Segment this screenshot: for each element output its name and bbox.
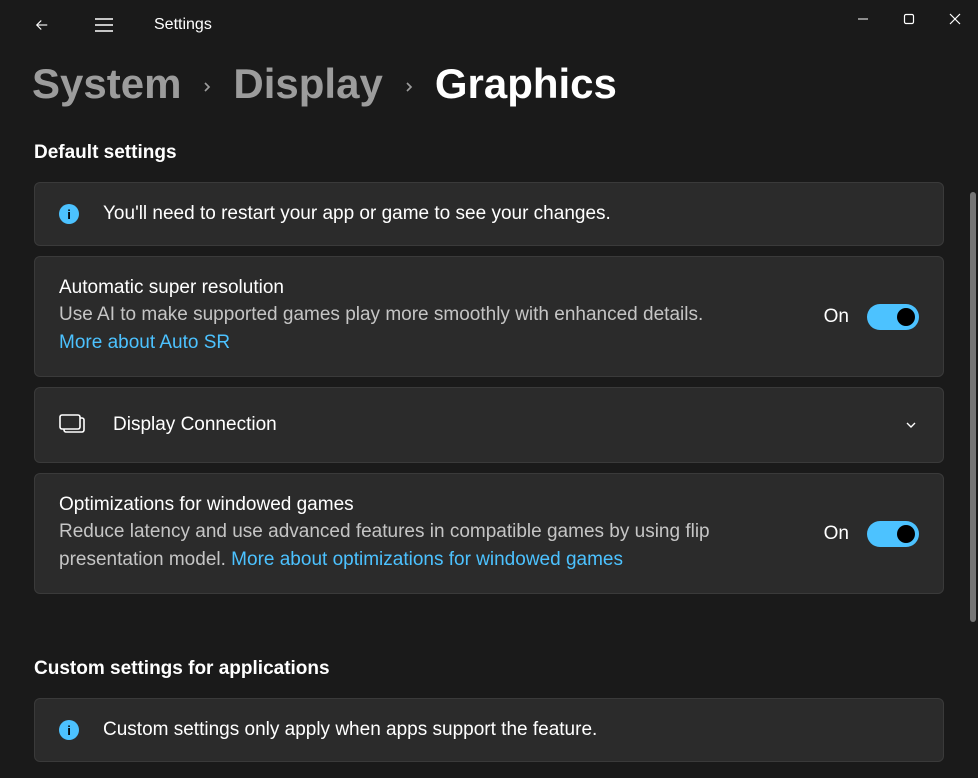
info-text: Custom settings only apply when apps sup… — [103, 719, 597, 741]
setting-description: Use AI to make supported games play more… — [59, 301, 804, 356]
breadcrumb-system[interactable]: System — [32, 60, 181, 108]
info-icon: i — [59, 720, 79, 740]
back-button[interactable] — [22, 5, 62, 45]
maximize-button[interactable] — [886, 0, 932, 38]
windowed-games-setting: Optimizations for windowed games Reduce … — [34, 473, 944, 594]
toggle-knob — [897, 308, 915, 326]
breadcrumb-current: Graphics — [435, 60, 617, 108]
window-controls — [840, 0, 978, 38]
app-title: Settings — [154, 16, 212, 34]
default-settings-header: Default settings — [34, 142, 944, 164]
content-area: Default settings i You'll need to restar… — [0, 128, 978, 776]
custom-settings-header: Custom settings for applications — [34, 658, 944, 680]
spacer — [34, 604, 944, 644]
toggle-state-label: On — [824, 306, 849, 328]
setting-title: Automatic super resolution — [59, 277, 804, 299]
auto-super-resolution-setting: Automatic super resolution Use AI to mak… — [34, 256, 944, 377]
setting-text: Optimizations for windowed games Reduce … — [59, 494, 804, 573]
restart-info-banner: i You'll need to restart your app or gam… — [34, 182, 944, 246]
breadcrumb-display[interactable]: Display — [233, 60, 382, 108]
display-icon — [59, 414, 85, 436]
setting-control: On — [824, 304, 919, 330]
chevron-right-icon — [401, 79, 417, 95]
minimize-button[interactable] — [840, 0, 886, 38]
setting-text: Automatic super resolution Use AI to mak… — [59, 277, 804, 356]
expander-title: Display Connection — [113, 414, 875, 436]
titlebar: Settings — [0, 0, 978, 50]
toggle-state-label: On — [824, 523, 849, 545]
auto-sr-toggle[interactable] — [867, 304, 919, 330]
custom-info-banner: i Custom settings only apply when apps s… — [34, 698, 944, 762]
display-connection-expander[interactable]: Display Connection — [34, 387, 944, 463]
chevron-right-icon — [199, 79, 215, 95]
setting-title: Optimizations for windowed games — [59, 494, 804, 516]
windowed-games-more-link[interactable]: More about optimizations for windowed ga… — [231, 549, 623, 570]
setting-description: Reduce latency and use advanced features… — [59, 518, 804, 573]
windowed-games-toggle[interactable] — [867, 521, 919, 547]
close-button[interactable] — [932, 0, 978, 38]
hamburger-menu-button[interactable] — [84, 5, 124, 45]
chevron-down-icon — [903, 417, 919, 433]
scrollbar[interactable] — [970, 192, 976, 622]
info-text: You'll need to restart your app or game … — [103, 203, 611, 225]
info-icon: i — [59, 204, 79, 224]
auto-sr-more-link[interactable]: More about Auto SR — [59, 332, 230, 353]
titlebar-left: Settings — [8, 5, 212, 45]
breadcrumb: System Display Graphics — [0, 50, 978, 128]
setting-desc-text: Use AI to make supported games play more… — [59, 304, 703, 325]
setting-control: On — [824, 521, 919, 547]
toggle-knob — [897, 525, 915, 543]
